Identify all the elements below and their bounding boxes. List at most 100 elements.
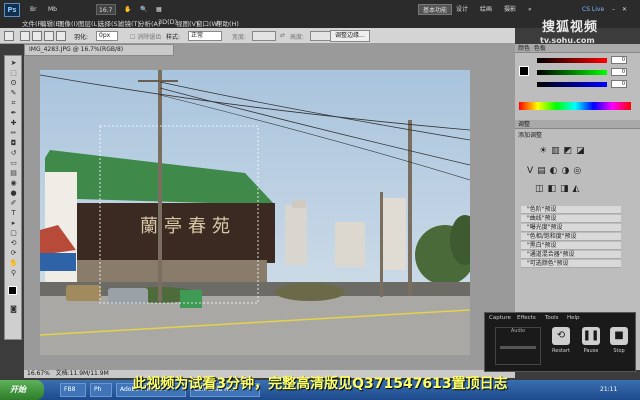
color-spectrum-bar[interactable]: [519, 102, 631, 110]
menu-image[interactable]: 图像(I): [58, 18, 78, 28]
height-label: 高度:: [290, 34, 305, 41]
menu-filter[interactable]: 滤镜(T): [118, 18, 140, 28]
pause-button[interactable]: ❚❚ Pause: [577, 327, 605, 363]
arrange-icon[interactable]: ▦: [156, 4, 162, 15]
green-slider[interactable]: [537, 70, 607, 75]
photoshop-window: Ps Br Mb 16.7 ✋ 🔍 ▦ 文件(F) 编辑(E) 图像(I) 图层…: [0, 0, 640, 400]
feather-label: 羽化:: [74, 34, 89, 41]
intersect-selection-icon[interactable]: [56, 31, 66, 41]
minibridge-button[interactable]: Mb: [48, 4, 57, 15]
zoom-field[interactable]: 16.7: [96, 4, 116, 15]
zoom-tool-icon[interactable]: ⚲: [8, 270, 19, 277]
preset-black-white[interactable]: "黑白"预设: [521, 242, 621, 250]
preset-selective-color[interactable]: "可选颜色"预设: [521, 260, 621, 268]
adjustment-icons-row-1[interactable]: ☀▥◩◪: [539, 146, 589, 156]
swap-icon[interactable]: ⇄: [280, 32, 285, 39]
audio-meter-box: Audio: [495, 327, 541, 365]
brush-tool-icon[interactable]: ✏: [8, 130, 19, 137]
marquee-preset-icon[interactable]: [4, 31, 14, 41]
3d-rotate-tool-icon[interactable]: ⟲: [8, 240, 19, 247]
workspace-more-icon[interactable]: »: [528, 4, 532, 15]
preset-exposure[interactable]: "曝光度"预设: [521, 224, 621, 232]
bridge-button[interactable]: Br: [30, 4, 37, 15]
shape-tool-icon[interactable]: ▢: [8, 230, 19, 237]
street-photo: [40, 70, 470, 355]
blue-value[interactable]: 0: [611, 80, 627, 88]
camtasia-recorder: Capture Effects Tools Help Audio ⟲ Resta…: [484, 312, 636, 372]
foreground-color-swatch[interactable]: [8, 286, 17, 295]
eraser-tool-icon[interactable]: ▭: [8, 160, 19, 167]
recorder-menu-help[interactable]: Help: [567, 315, 580, 321]
workspace-design[interactable]: 设计: [456, 4, 468, 15]
path-select-tool-icon[interactable]: ▸: [8, 220, 19, 227]
recorder-menu-tools[interactable]: Tools: [545, 315, 559, 321]
stamp-tool-icon[interactable]: ◘: [8, 140, 19, 147]
new-selection-icon[interactable]: [20, 31, 30, 41]
refine-edge-button[interactable]: 调整边缘...: [330, 30, 370, 42]
audio-level-bar[interactable]: [500, 346, 536, 349]
color-panel-tabs: 颜色 色板: [515, 44, 640, 53]
recorder-menu-effects[interactable]: Effects: [517, 315, 536, 321]
zoom-tool-icon[interactable]: 🔍: [140, 4, 147, 15]
stop-button[interactable]: ■ Stop: [605, 327, 633, 363]
workspace-photography[interactable]: 摄影: [504, 4, 516, 15]
hand-tool-icon[interactable]: ✋: [124, 4, 131, 15]
width-input[interactable]: [252, 31, 276, 41]
color-foreground-swatch[interactable]: [519, 66, 529, 76]
preset-curves[interactable]: "曲线"预设: [521, 215, 621, 223]
gradient-tool-icon[interactable]: ▤: [8, 170, 19, 177]
menu-layer[interactable]: 图层(L): [78, 18, 100, 28]
tab-swatches[interactable]: 色板: [534, 45, 546, 52]
stop-icon: ■: [610, 327, 628, 345]
history-brush-tool-icon[interactable]: ↺: [8, 150, 19, 157]
eyedropper-tool-icon[interactable]: ✒: [8, 110, 19, 117]
feather-input[interactable]: 0px: [96, 31, 118, 41]
blue-slider[interactable]: [537, 82, 607, 87]
hand-tool-icon[interactable]: ✋: [8, 260, 19, 267]
preset-channel-mixer[interactable]: "通道混合器"预设: [521, 251, 621, 259]
red-value[interactable]: 0: [611, 56, 627, 64]
add-selection-icon[interactable]: [32, 31, 42, 41]
red-slider[interactable]: [537, 58, 607, 63]
pause-icon: ❚❚: [582, 327, 600, 345]
tab-color[interactable]: 颜色: [518, 45, 530, 52]
quick-select-tool-icon[interactable]: ✎: [8, 90, 19, 97]
toolbox: ➤ ⬚ ʘ ✎ ⌗ ✒ ✚ ✏ ◘ ↺ ▭ ▤ ◉ ● ✐ T ▸ ▢ ⟲ ⟳ …: [4, 55, 22, 340]
video-subtitle: 此视频为试看3分钟，完整高清版见Q371547613置顶日志: [132, 376, 508, 392]
menu-select[interactable]: 选择(S): [98, 18, 120, 28]
workspace-essentials[interactable]: 基本功能: [418, 4, 453, 15]
image-canvas[interactable]: 蘭亭春苑: [40, 70, 470, 355]
type-tool-icon[interactable]: T: [8, 210, 19, 217]
minimize-icon[interactable]: –: [612, 4, 615, 15]
cs-live-button[interactable]: CS Live: [582, 4, 604, 15]
restart-button[interactable]: ⟲ Restart: [547, 327, 575, 363]
adjustment-icons-row-2[interactable]: V▤◐◑◎: [527, 166, 585, 176]
preset-levels[interactable]: "色阶"预设: [521, 206, 621, 214]
recorder-menu-capture[interactable]: Capture: [489, 315, 511, 321]
close-icon[interactable]: ✕: [622, 4, 627, 15]
menu-help[interactable]: 帮助(H): [216, 18, 239, 28]
building-sign-text: 蘭亭春苑: [140, 216, 236, 237]
quick-mask-icon[interactable]: ◙: [8, 306, 19, 313]
green-value[interactable]: 0: [611, 68, 627, 76]
workspace-painting[interactable]: 绘画: [480, 4, 492, 15]
healing-tool-icon[interactable]: ✚: [8, 120, 19, 127]
move-tool-icon[interactable]: ➤: [8, 60, 19, 67]
subtract-selection-icon[interactable]: [44, 31, 54, 41]
preset-hue-saturation[interactable]: "色相/饱和度"预设: [521, 233, 621, 241]
crop-tool-icon[interactable]: ⌗: [8, 100, 19, 107]
options-bar: 羽化: 0px ☐ 消除锯齿 样式: 正常 宽度: ⇄ 高度: 调整边缘...: [0, 28, 515, 44]
menu-3d[interactable]: 3D(D): [158, 18, 177, 28]
3d-camera-tool-icon[interactable]: ⟳: [8, 250, 19, 257]
marquee-tool-icon[interactable]: ⬚: [8, 70, 19, 77]
blur-tool-icon[interactable]: ◉: [8, 180, 19, 187]
lasso-tool-icon[interactable]: ʘ: [8, 80, 19, 87]
antialias-checkbox[interactable]: ☐ 消除锯齿: [130, 32, 161, 41]
pen-tool-icon[interactable]: ✐: [8, 200, 19, 207]
adjustment-icons-row-3[interactable]: ◫◧◨◭: [535, 184, 583, 194]
document-tab[interactable]: IMG_4283.JPG @ 16.7%(RGB/8): [24, 44, 174, 56]
menu-bar: Ps Br Mb 16.7 ✋ 🔍 ▦ 文件(F) 编辑(E) 图像(I) 图层…: [0, 0, 640, 35]
style-select[interactable]: 正常: [188, 31, 222, 41]
dodge-tool-icon[interactable]: ●: [8, 190, 19, 197]
adjustments-tab[interactable]: 调整: [515, 120, 640, 129]
